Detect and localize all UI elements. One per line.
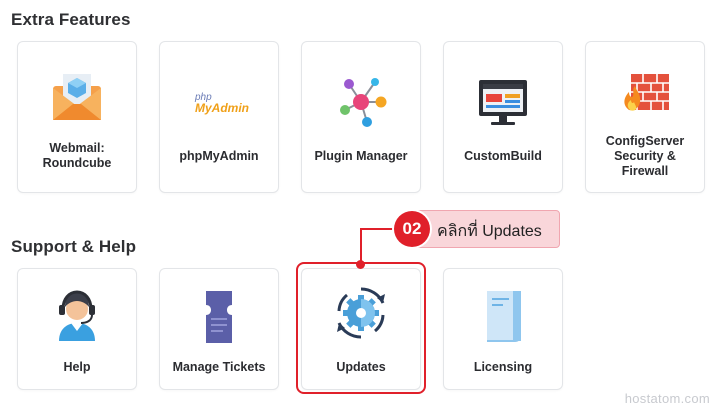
phpmyadmin-label: phpMyAdmin — [179, 149, 259, 163]
help-label: Help — [63, 360, 91, 374]
configserver-firewall-card[interactable]: ConfigServer Security & Firewall — [585, 41, 705, 193]
configserver-label-line3: Firewall — [621, 164, 669, 178]
callout-instruction-text: คลิกที่ Updates — [437, 223, 542, 240]
webmail-label-line2: Roundcube — [42, 156, 112, 170]
callout-anchor-dot — [356, 260, 365, 269]
updates-highlight-box — [296, 262, 426, 394]
phpmyadmin-logo-myadmin: MyAdmin — [195, 101, 249, 115]
support-agent-icon — [59, 290, 95, 341]
configserver-label-line1: ConfigServer — [605, 134, 685, 148]
webmail-envelope-icon — [53, 74, 101, 120]
plugin-manager-card[interactable]: Plugin Manager — [301, 41, 421, 193]
plugin-manager-label: Plugin Manager — [314, 149, 408, 163]
phpmyadmin-logo: php MyAdmin — [189, 64, 249, 124]
watermark: hostatom.com — [624, 391, 710, 406]
webmail-label-line1: Webmail: — [49, 141, 105, 155]
webmail-roundcube-card[interactable]: Webmail: Roundcube — [17, 41, 137, 193]
support-help-heading: Support & Help — [11, 237, 137, 256]
configserver-label-line2: Security & — [614, 149, 676, 163]
license-scroll-icon — [487, 291, 521, 342]
ticket-icon — [206, 291, 232, 343]
licensing-card[interactable]: Licensing — [443, 268, 563, 390]
custombuild-card[interactable]: CustomBuild — [443, 41, 563, 193]
callout-step-badge: 02 — [394, 211, 430, 247]
extra-features-heading: Extra Features — [11, 10, 131, 29]
phpmyadmin-card[interactable]: php MyAdmin phpMyAdmin — [159, 41, 279, 193]
callout-connector-horizontal — [360, 228, 398, 230]
callout-connector-vertical — [360, 228, 362, 264]
monitor-icon — [479, 80, 527, 125]
firewall-icon — [624, 74, 669, 111]
licensing-label: Licensing — [473, 360, 533, 374]
help-card[interactable]: Help — [17, 268, 137, 390]
plugin-network-icon — [340, 78, 387, 127]
manage-tickets-label: Manage Tickets — [172, 360, 266, 374]
custombuild-label: CustomBuild — [464, 149, 542, 163]
manage-tickets-card[interactable]: Manage Tickets — [159, 268, 279, 390]
